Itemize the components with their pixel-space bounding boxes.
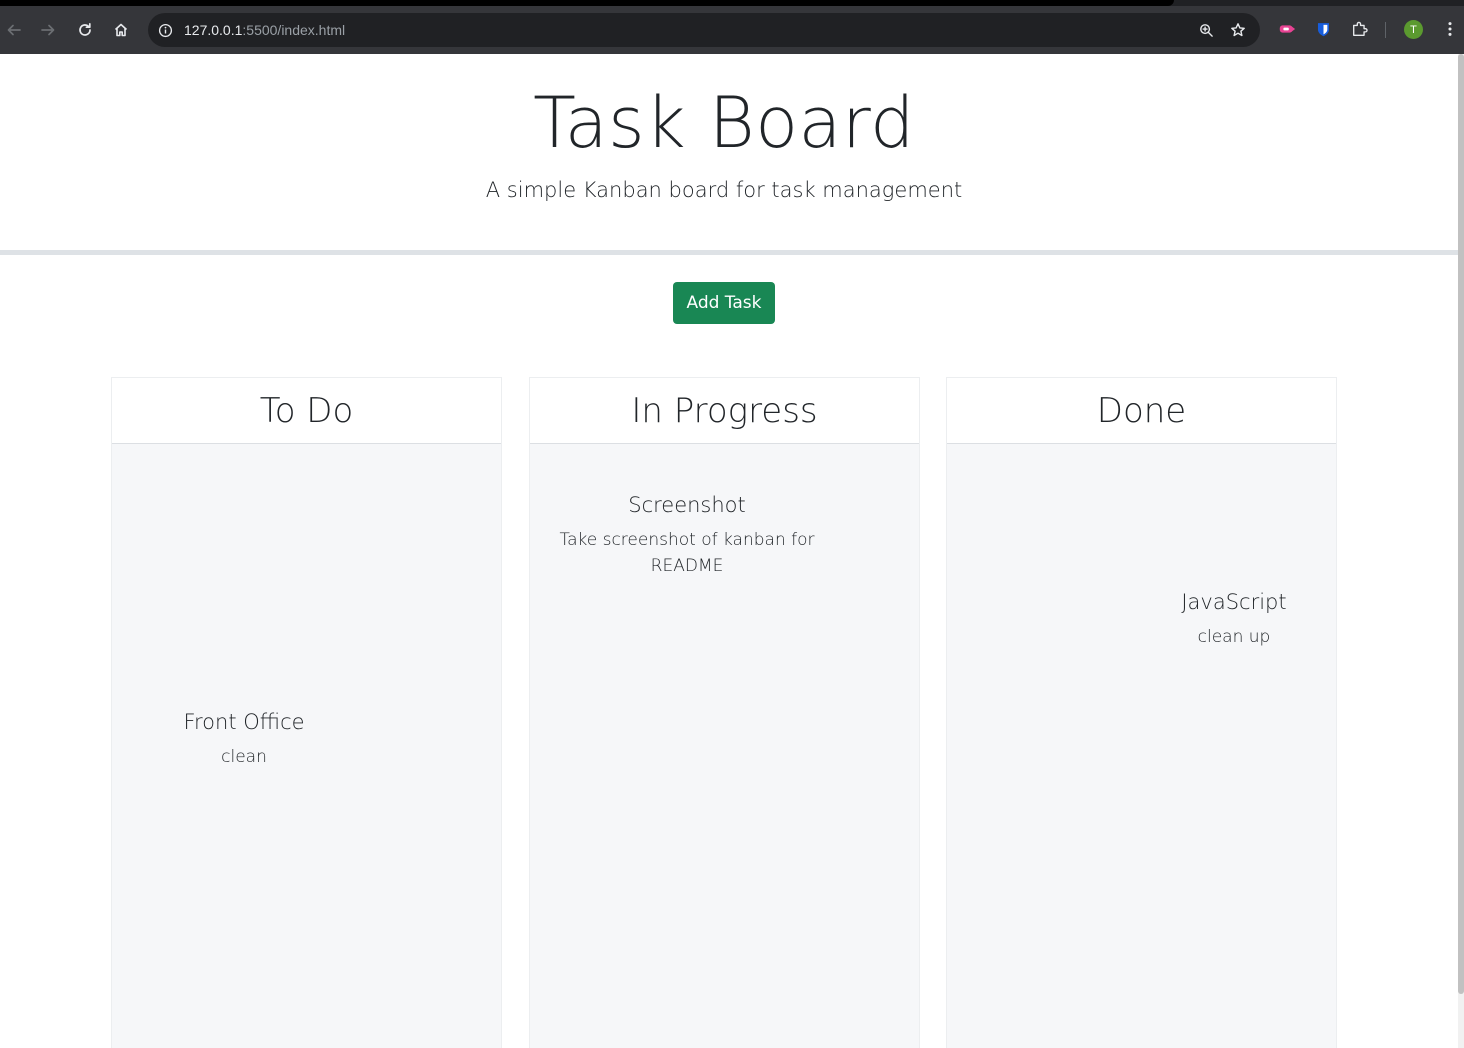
page-title: Task Board <box>533 82 915 164</box>
extension-pink-icon[interactable] <box>1277 19 1297 39</box>
zoom-icon[interactable] <box>1197 21 1215 39</box>
url-path: :5500/index.html <box>242 22 346 38</box>
task-title: JavaScript <box>1181 590 1287 614</box>
toolbar-separator <box>1385 22 1386 38</box>
lane-todo[interactable]: To Do Front Office clean <box>111 377 502 1048</box>
task-description: clean up <box>1197 627 1271 647</box>
lane-title: In Progress <box>631 390 818 431</box>
task-title: Screenshot <box>628 493 746 517</box>
lane-title: To Do <box>259 390 354 431</box>
task-card[interactable]: Front Office clean <box>144 710 344 770</box>
add-task-button[interactable]: Add Task <box>673 282 775 324</box>
lane-done[interactable]: Done JavaScript clean up <box>946 377 1337 1048</box>
address-bar[interactable]: 127.0.0.1:5500/index.html <box>148 13 1260 47</box>
lane-header: Done <box>947 378 1336 444</box>
bookmark-star-icon[interactable] <box>1229 21 1247 39</box>
task-title: Front Office <box>183 710 305 734</box>
kebab-menu-icon[interactable] <box>1440 19 1460 39</box>
page-subtitle: A simple Kanban board for task managemen… <box>485 178 963 202</box>
url-text: 127.0.0.1:5500/index.html <box>184 22 345 38</box>
url-host: 127.0.0.1 <box>184 22 243 38</box>
page-viewport: Task Board A simple Kanban board for tas… <box>0 54 1458 1048</box>
extensions-puzzle-icon[interactable] <box>1350 19 1370 39</box>
task-description: clean <box>221 747 267 767</box>
bitwarden-shield-icon[interactable] <box>1313 19 1333 39</box>
browser-toolbar: 127.0.0.1:5500/index.html T <box>0 0 1464 54</box>
hero-divider <box>0 250 1458 255</box>
scrollbar-thumb[interactable] <box>1458 54 1464 994</box>
avatar[interactable]: T <box>1404 20 1423 39</box>
task-card[interactable]: Screenshot Take screenshot of kanban for… <box>557 493 817 579</box>
task-card[interactable]: JavaScript clean up <box>1134 590 1334 650</box>
lane-header: In Progress <box>530 378 919 444</box>
reload-icon[interactable] <box>72 17 98 43</box>
active-tab-edge <box>0 0 1174 6</box>
home-icon[interactable] <box>108 17 134 43</box>
page-scrollbar[interactable] <box>1458 54 1464 1048</box>
back-arrow-icon[interactable] <box>1 17 27 43</box>
task-description: Take screenshot of kanban for README <box>559 530 815 576</box>
site-info-icon[interactable] <box>156 21 174 39</box>
lane-header: To Do <box>112 378 501 444</box>
lane-in-progress[interactable]: In Progress Screenshot Take screenshot o… <box>529 377 920 1048</box>
lane-title: Done <box>1096 390 1187 431</box>
forward-arrow-icon[interactable] <box>35 17 61 43</box>
tab-strip <box>0 0 1464 6</box>
